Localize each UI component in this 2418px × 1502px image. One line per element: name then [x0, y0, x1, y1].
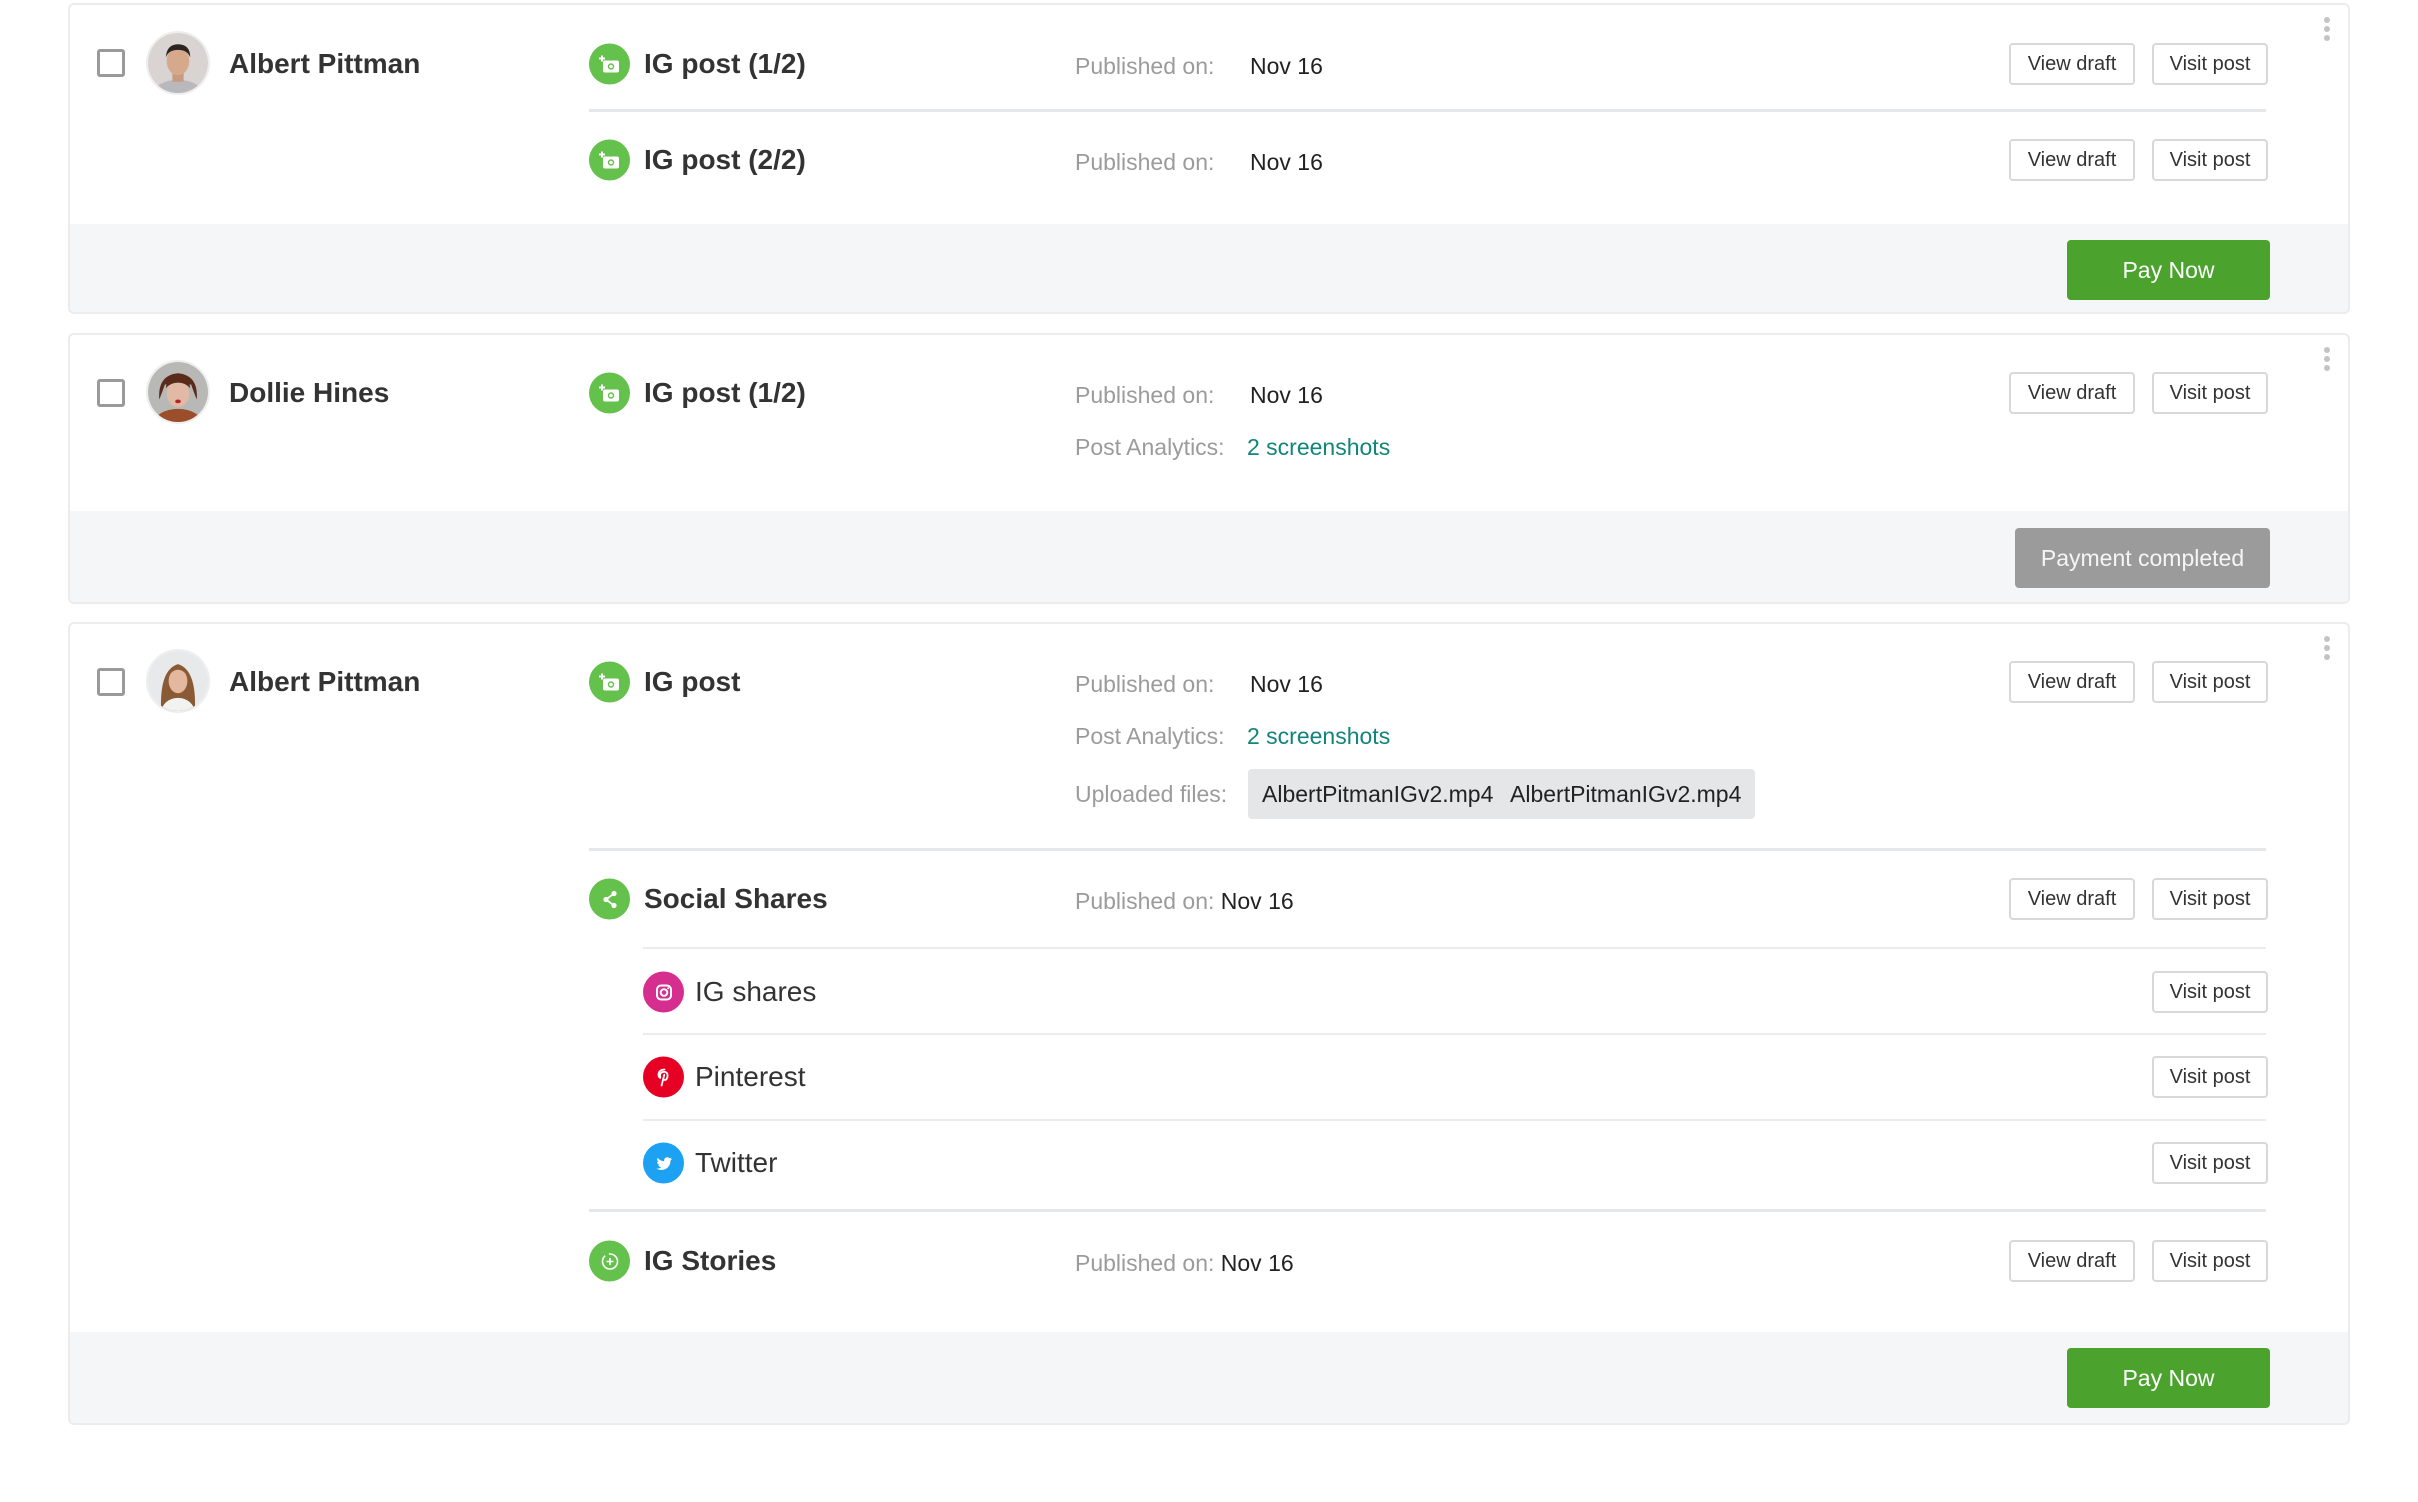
instagram-icon — [643, 971, 684, 1013]
divider — [643, 947, 2266, 949]
payment-card: Albert Pittman IG post (1/2) Published o… — [68, 3, 2350, 314]
published-line: Published on: Nov 16 — [1075, 1249, 1294, 1277]
published-date: Nov 16 — [1250, 382, 1323, 408]
analytics-screenshots-link[interactable]: 2 screenshots — [1247, 433, 1390, 461]
visit-post-button[interactable]: Visit post — [2152, 1056, 2268, 1098]
creator-name: Dollie Hines — [229, 377, 390, 408]
published-label: Published on: — [1075, 149, 1215, 175]
avatar — [146, 360, 210, 424]
select-checkbox[interactable] — [97, 49, 125, 77]
twitter-icon — [643, 1142, 684, 1184]
divider — [589, 848, 2266, 851]
creator-name: Albert Pittman — [229, 48, 421, 79]
camera-plus-icon — [589, 372, 630, 414]
visit-post-button[interactable]: Visit post — [2152, 878, 2268, 920]
share-label: Twitter — [695, 1147, 778, 1178]
creator-name: Albert Pittman — [229, 666, 421, 697]
share-icon — [589, 878, 630, 920]
view-draft-button[interactable]: View draft — [2009, 661, 2135, 703]
published-label: Published on: — [1075, 53, 1215, 79]
published-label: Published on: — [1075, 1250, 1215, 1276]
more-options-icon[interactable] — [2322, 347, 2332, 371]
published-line: Published on: Nov 16 — [1075, 887, 1294, 915]
avatar — [146, 649, 210, 713]
analytics-label: Post Analytics: — [1075, 723, 1225, 749]
payment-card: Dollie Hines IG post (1/2) Published on:… — [68, 333, 2350, 604]
analytics-label: Post Analytics: — [1075, 434, 1225, 460]
visit-post-button[interactable]: Visit post — [2152, 661, 2268, 703]
card-footer: Payment completed — [70, 511, 2348, 602]
divider — [643, 1033, 2266, 1035]
item-title: Social Shares — [644, 883, 828, 914]
select-checkbox[interactable] — [97, 668, 125, 696]
published-date: Nov 16 — [1250, 149, 1323, 175]
pinterest-icon — [643, 1056, 684, 1098]
uploaded-files-label: Uploaded files: — [1075, 781, 1228, 807]
published-date: Nov 16 — [1250, 671, 1323, 697]
share-label: IG shares — [695, 976, 817, 1007]
item-title: IG post — [644, 666, 741, 697]
item-title: IG post (1/2) — [644, 377, 806, 408]
divider — [589, 109, 2266, 112]
more-options-icon[interactable] — [2322, 17, 2332, 41]
visit-post-button[interactable]: Visit post — [2152, 1240, 2268, 1282]
item-title: IG Stories — [644, 1245, 777, 1276]
divider — [589, 1209, 2266, 1212]
visit-post-button[interactable]: Visit post — [2152, 372, 2268, 414]
view-draft-button[interactable]: View draft — [2009, 878, 2135, 920]
camera-plus-icon — [589, 139, 630, 181]
card-footer: Pay Now — [70, 224, 2348, 312]
select-checkbox[interactable] — [97, 379, 125, 407]
published-date: Nov 16 — [1220, 1250, 1294, 1276]
view-draft-button[interactable]: View draft — [2009, 372, 2135, 414]
camera-plus-icon — [589, 661, 630, 703]
share-label: Pinterest — [695, 1061, 806, 1092]
visit-post-button[interactable]: Visit post — [2152, 971, 2268, 1013]
visit-post-button[interactable]: Visit post — [2152, 1142, 2268, 1184]
view-draft-button[interactable]: View draft — [2009, 139, 2135, 181]
view-draft-button[interactable]: View draft — [2009, 43, 2135, 85]
published-date: Nov 16 — [1220, 888, 1294, 914]
payment-completed-button: Payment completed — [2015, 528, 2270, 588]
visit-post-button[interactable]: Visit post — [2152, 139, 2268, 181]
file-chip[interactable]: AlbertPitmanIGv2.mp4 — [1248, 769, 1508, 819]
more-options-icon[interactable] — [2322, 636, 2332, 660]
view-draft-button[interactable]: View draft — [2009, 1240, 2135, 1282]
avatar — [146, 31, 210, 95]
pay-now-button[interactable]: Pay Now — [2067, 240, 2270, 300]
item-title: IG post (1/2) — [644, 48, 806, 79]
published-label: Published on: — [1075, 888, 1215, 914]
camera-plus-icon — [589, 43, 630, 85]
file-chip[interactable]: AlbertPitmanIGv2.mp4 — [1496, 769, 1756, 819]
pay-now-button[interactable]: Pay Now — [2067, 1348, 2270, 1408]
published-date: Nov 16 — [1250, 53, 1323, 79]
card-footer: Pay Now — [70, 1332, 2348, 1423]
analytics-screenshots-link[interactable]: 2 screenshots — [1247, 722, 1390, 750]
story-icon — [589, 1240, 630, 1282]
payment-card: Albert Pittman IG post Published on: Nov… — [68, 622, 2350, 1425]
published-label: Published on: — [1075, 671, 1215, 697]
item-title: IG post (2/2) — [644, 144, 806, 175]
visit-post-button[interactable]: Visit post — [2152, 43, 2268, 85]
divider — [643, 1119, 2266, 1121]
published-label: Published on: — [1075, 382, 1215, 408]
